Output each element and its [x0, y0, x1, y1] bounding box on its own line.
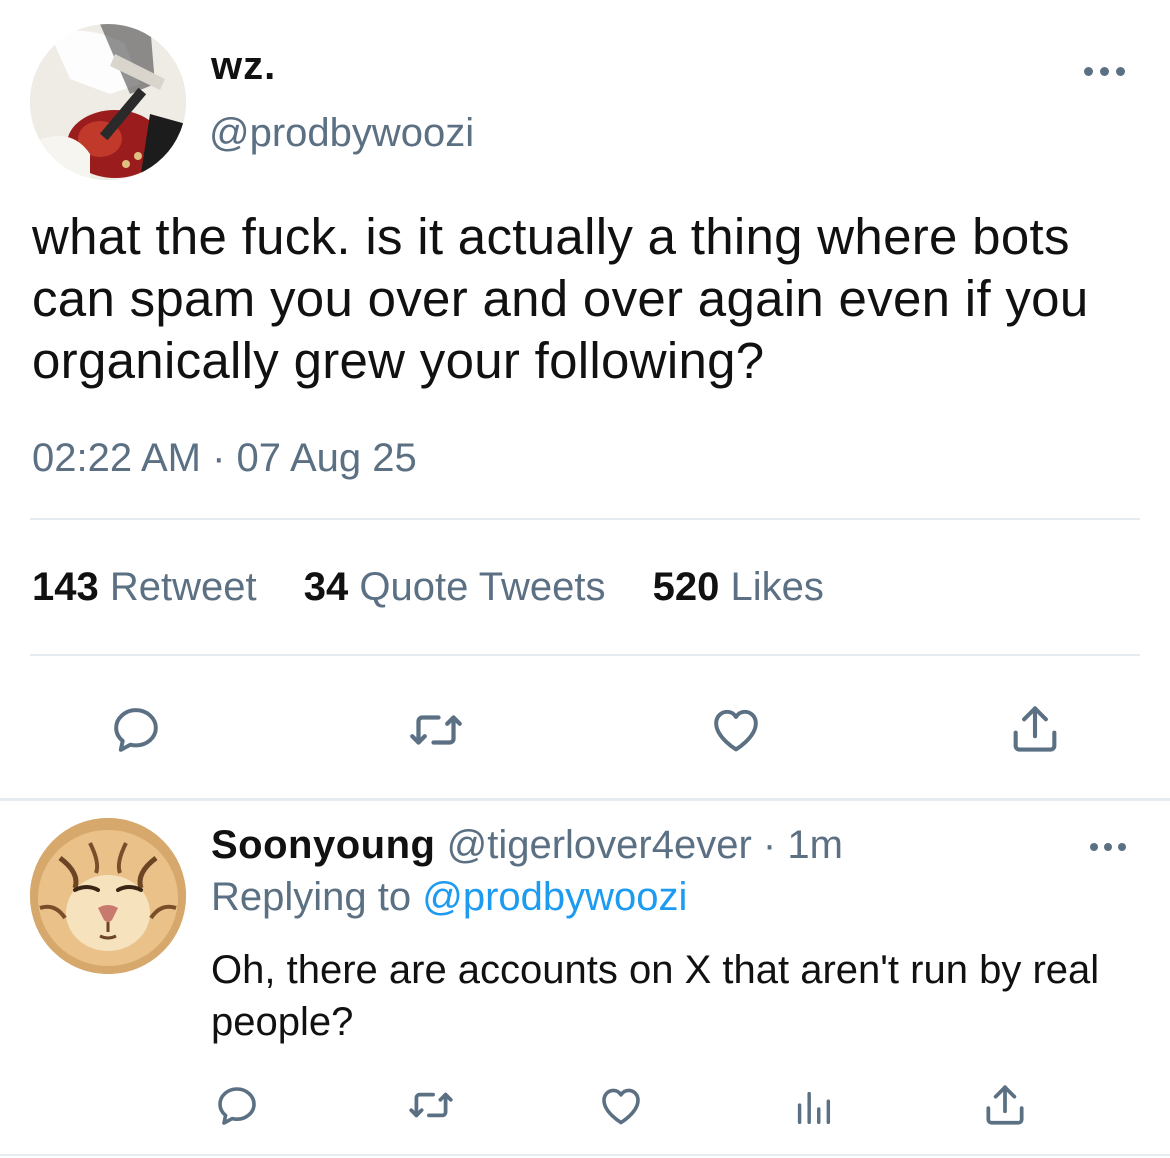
reply-like-button[interactable] — [596, 1082, 646, 1130]
tweet-text: what the fuck. is it actually a thing wh… — [32, 208, 1089, 389]
reply-icon — [114, 708, 158, 752]
reply-text: Oh, there are accounts on X that aren't … — [211, 948, 1100, 1044]
reply-time[interactable]: 1m — [787, 823, 843, 867]
like-icon — [602, 1088, 640, 1125]
reply-display-name[interactable]: Soonyoung — [211, 823, 435, 867]
user-handle[interactable]: @prodbywoozi — [209, 111, 474, 156]
share-icon — [1013, 706, 1057, 752]
quotes-count: 34 — [303, 565, 349, 609]
tweet-stats: 143 Retweet 34 Quote Tweets 520 Likes — [32, 565, 860, 610]
avatar-image — [30, 24, 186, 180]
retweet-icon — [410, 715, 462, 745]
reply-more-options-icon[interactable] — [1088, 836, 1128, 858]
likes-label: Likes — [730, 565, 824, 609]
replying-to-prefix: Replying to — [211, 875, 412, 919]
avatar-wz[interactable] — [30, 24, 186, 180]
like-icon — [714, 709, 758, 752]
retweets-label: Retweet — [109, 565, 257, 609]
reply-analytics-button[interactable] — [790, 1084, 836, 1130]
reply-handle[interactable]: @tigerlover4ever — [447, 823, 752, 867]
retweet-icon — [409, 1092, 453, 1118]
reply-icon — [218, 1087, 256, 1125]
reply-separator: · — [762, 823, 777, 867]
display-name[interactable]: wz. — [211, 44, 276, 89]
likes-stat[interactable]: 520 Likes — [653, 565, 824, 610]
divider — [0, 1154, 1170, 1156]
replying-to-line: Replying to @prodbywoozi — [211, 875, 687, 920]
reply-retweet-button[interactable] — [404, 1080, 458, 1130]
retweets-stat[interactable]: 143 Retweet — [32, 565, 257, 610]
divider — [30, 518, 1140, 520]
quotes-label: Quote Tweets — [359, 565, 606, 609]
reply-reply-button[interactable] — [212, 1082, 262, 1130]
divider — [0, 798, 1170, 801]
reply-header: Soonyoung @tigerlover4ever · 1m — [211, 823, 843, 868]
more-options-icon[interactable] — [1082, 60, 1128, 82]
quote-tweets-stat[interactable]: 34 Quote Tweets — [304, 565, 606, 610]
retweet-button[interactable] — [404, 700, 468, 760]
divider — [30, 654, 1140, 656]
reply-button[interactable] — [106, 702, 166, 758]
share-button[interactable] — [1004, 700, 1066, 758]
avatar-image — [30, 818, 186, 974]
share-icon — [986, 1085, 1024, 1125]
replying-to-mention[interactable]: @prodbywoozi — [422, 875, 687, 919]
tweet-timestamp[interactable]: 02:22 AM · 07 Aug 25 — [32, 436, 417, 481]
likes-count: 520 — [652, 565, 720, 609]
like-button[interactable] — [706, 702, 766, 758]
avatar-soonyoung[interactable] — [30, 818, 186, 974]
retweets-count: 143 — [32, 565, 99, 609]
analytics-icon — [797, 1091, 831, 1125]
reply-share-button[interactable] — [980, 1080, 1030, 1130]
